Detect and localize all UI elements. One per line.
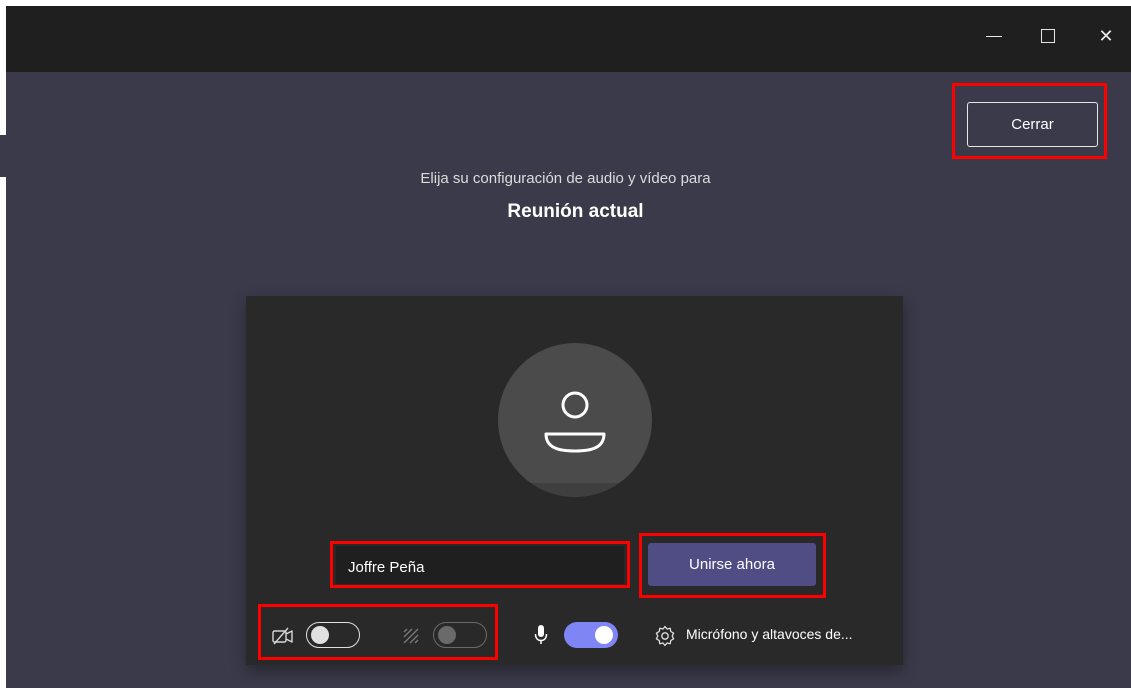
avatar — [498, 343, 652, 497]
minimize-button[interactable] — [976, 22, 1012, 50]
microphone-toggle-knob — [595, 626, 613, 644]
settings-subtitle: Elija su configuración de audio y vídeo … — [420, 170, 711, 187]
microphone-icon — [534, 625, 548, 644]
background-toggle[interactable] — [433, 622, 487, 648]
camera-toggle[interactable] — [306, 622, 360, 648]
maximize-icon — [1041, 29, 1055, 43]
minimize-icon — [986, 35, 1002, 37]
name-field[interactable]: Joffre Peña — [336, 546, 624, 584]
camera-off-icon — [272, 627, 293, 645]
person-icon — [544, 391, 606, 453]
meeting-title: Reunión actual — [507, 201, 644, 222]
window-title-bar — [6, 6, 1131, 72]
join-now-button[interactable]: Unirse ahora — [648, 543, 816, 586]
cerrar-button[interactable]: Cerrar — [967, 102, 1098, 147]
background-blur-icon — [403, 628, 419, 644]
gear-icon — [655, 625, 675, 647]
background-toggle-knob — [438, 626, 456, 644]
microphone-toggle[interactable] — [564, 622, 618, 648]
device-settings-link[interactable]: Micrófono y altavoces de... — [686, 626, 853, 642]
maximize-button[interactable] — [1030, 22, 1066, 50]
close-icon: ✕ — [1098, 25, 1114, 46]
window-close-button[interactable]: ✕ — [1088, 22, 1124, 50]
camera-toggle-knob — [311, 626, 329, 644]
